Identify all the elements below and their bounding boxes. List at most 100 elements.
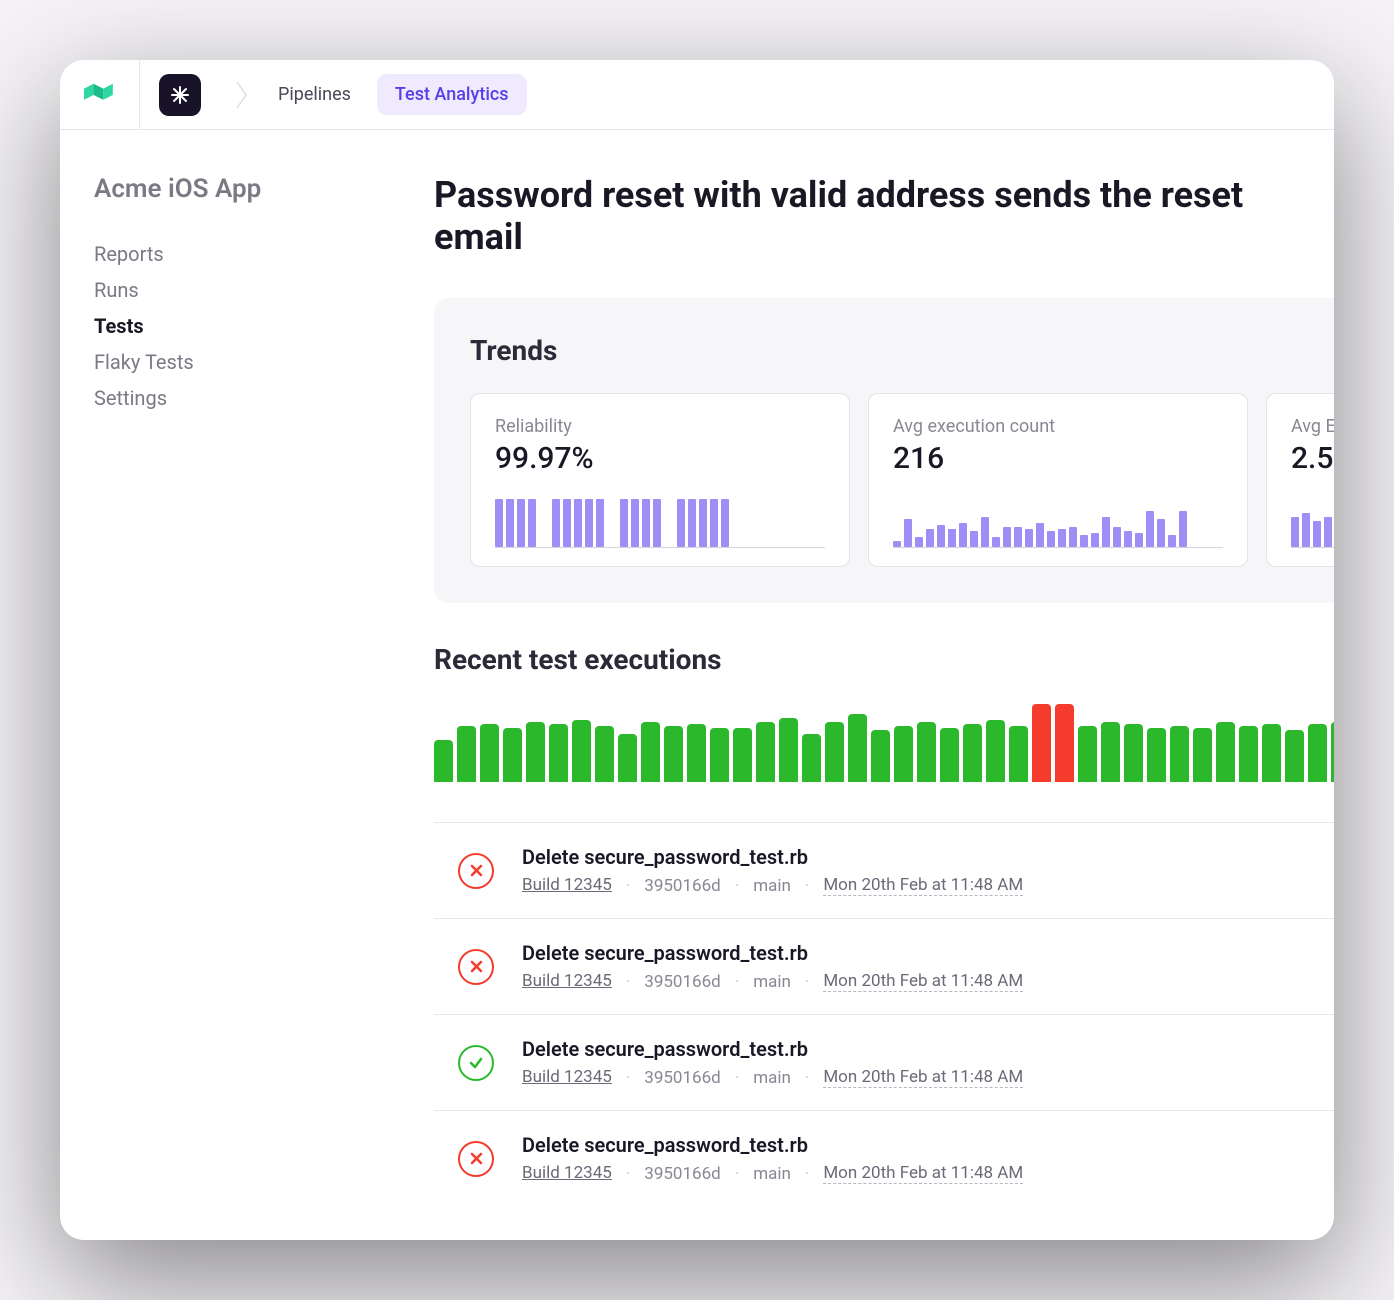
- exec-bar[interactable]: [963, 724, 982, 782]
- commit-hash: 3950166d: [644, 972, 720, 992]
- exec-bar[interactable]: [1193, 728, 1212, 782]
- branch-name: main: [753, 972, 791, 992]
- sidebar-item-runs[interactable]: Runs: [94, 272, 356, 308]
- body: Acme iOS App ReportsRunsTestsFlaky Tests…: [60, 130, 1334, 1240]
- exec-bar[interactable]: [664, 726, 683, 782]
- exec-row[interactable]: Delete secure_password_test.rb Build 1234…: [434, 822, 1334, 918]
- exec-bar[interactable]: [1101, 722, 1120, 782]
- exec-bar[interactable]: [1147, 728, 1166, 782]
- exec-bar[interactable]: [710, 728, 729, 782]
- trend-label: Reliability: [495, 416, 825, 437]
- sidebar-item-reports[interactable]: Reports: [94, 236, 356, 272]
- exec-bar[interactable]: [618, 734, 637, 782]
- exec-bar[interactable]: [1055, 704, 1074, 782]
- sidebar: Acme iOS App ReportsRunsTestsFlaky Tests…: [60, 130, 390, 1240]
- exec-bar[interactable]: [549, 724, 568, 782]
- trend-value: 99.97%: [495, 441, 825, 476]
- trend-card[interactable]: Reliability 99.97%: [470, 393, 850, 567]
- trend-card[interactable]: Avg execution count 216: [868, 393, 1248, 567]
- exec-bar[interactable]: [480, 724, 499, 782]
- exec-bar[interactable]: [572, 720, 591, 782]
- timestamp: Mon 20th Feb at 11:48 AM: [823, 875, 1023, 896]
- trend-label: Avg execution count: [893, 416, 1223, 437]
- exec-bar[interactable]: [871, 730, 890, 782]
- trend-value: 216: [893, 441, 1223, 476]
- exec-bar[interactable]: [1285, 730, 1304, 782]
- org-icon-box[interactable]: [140, 74, 220, 116]
- exec-title: Delete secure_password_test.rb: [522, 845, 1334, 869]
- exec-bar[interactable]: [986, 720, 1005, 782]
- sidebar-item-flaky-tests[interactable]: Flaky Tests: [94, 344, 356, 380]
- trend-label: Avg Execution: [1291, 416, 1334, 437]
- build-link[interactable]: Build 12345: [522, 1163, 612, 1184]
- exec-bar[interactable]: [825, 722, 844, 782]
- exec-bar[interactable]: [940, 728, 959, 782]
- exec-bar[interactable]: [1032, 704, 1051, 782]
- trends-heading: Trends: [470, 334, 1334, 367]
- exec-bar[interactable]: [1009, 726, 1028, 782]
- exec-meta: Build 12345·3950166d·main·Mon 20th Feb a…: [522, 1163, 1334, 1184]
- exec-bar[interactable]: [1331, 722, 1334, 782]
- x-icon: [458, 949, 494, 985]
- exec-bar[interactable]: [1308, 724, 1327, 782]
- exec-info: Delete secure_password_test.rbBuild 1234…: [522, 941, 1334, 992]
- trends-panel: Trends Reliability 99.97% Avg execution co…: [434, 298, 1334, 603]
- timestamp: Mon 20th Feb at 11:48 AM: [823, 1163, 1023, 1184]
- exec-meta: Build 12345·3950166d·main·Mon 20th Feb a…: [522, 1067, 1334, 1088]
- asterisk-icon: [159, 74, 201, 116]
- commit-hash: 3950166d: [644, 1068, 720, 1088]
- sidebar-item-tests[interactable]: Tests: [94, 308, 356, 344]
- trend-sparkline: [495, 496, 825, 548]
- exec-bar[interactable]: [779, 718, 798, 782]
- exec-bar[interactable]: [848, 714, 867, 782]
- timestamp: Mon 20th Feb at 11:48 AM: [823, 971, 1023, 992]
- exec-bar[interactable]: [457, 726, 476, 782]
- crumb-pipelines[interactable]: Pipelines: [260, 74, 369, 115]
- exec-bar[interactable]: [1170, 726, 1189, 782]
- branch-name: main: [753, 1068, 791, 1088]
- exec-bar[interactable]: [434, 740, 453, 782]
- exec-row[interactable]: Delete secure_password_test.rbBuild 1234…: [434, 1014, 1334, 1110]
- exec-info: Delete secure_password_test.rbBuild 1234…: [522, 1037, 1334, 1088]
- exec-bar[interactable]: [1216, 722, 1235, 782]
- recent-section: Recent test executions Delete secure_pas…: [434, 603, 1334, 1206]
- branch-name: main: [753, 876, 791, 896]
- logo-box[interactable]: [60, 60, 140, 129]
- sidebar-item-settings[interactable]: Settings: [94, 380, 356, 416]
- exec-bar[interactable]: [595, 726, 614, 782]
- topbar: Pipelines Test Analytics: [60, 60, 1334, 130]
- exec-list: Delete secure_password_test.rb Build 1234…: [434, 822, 1334, 1206]
- exec-info: Delete secure_password_test.rb Build 1234…: [522, 845, 1334, 896]
- exec-bar[interactable]: [641, 722, 660, 782]
- exec-bar[interactable]: [756, 722, 775, 782]
- recent-heading: Recent test executions: [434, 643, 1334, 676]
- check-icon: [458, 1045, 494, 1081]
- exec-bar[interactable]: [526, 722, 545, 782]
- exec-row[interactable]: Delete secure_password_test.rbBuild 1234…: [434, 918, 1334, 1014]
- trend-sparkline: [1291, 496, 1334, 548]
- exec-bar[interactable]: [917, 722, 936, 782]
- exec-bar[interactable]: [1124, 724, 1143, 782]
- exec-bar[interactable]: [1239, 726, 1258, 782]
- exec-row[interactable]: Delete secure_password_test.rbBuild 1234…: [434, 1110, 1334, 1206]
- build-link[interactable]: Build 12345: [522, 971, 612, 992]
- x-icon: [458, 1141, 494, 1177]
- exec-bar[interactable]: [1078, 726, 1097, 782]
- buildkite-logo-icon: [84, 83, 116, 107]
- crumb-test-analytics[interactable]: Test Analytics: [377, 74, 527, 115]
- trend-card[interactable]: Avg Execution2.57s: [1266, 393, 1334, 567]
- main-content: Password reset with valid address sends …: [390, 130, 1334, 1240]
- exec-bar[interactable]: [1262, 724, 1281, 782]
- exec-bar[interactable]: [894, 726, 913, 782]
- exec-bar[interactable]: [503, 728, 522, 782]
- exec-bar[interactable]: [733, 728, 752, 782]
- exec-bar-chart: [434, 704, 1334, 782]
- sidebar-title: Acme iOS App: [94, 174, 356, 204]
- exec-bar[interactable]: [687, 724, 706, 782]
- build-link[interactable]: Build 12345: [522, 1067, 612, 1088]
- build-link[interactable]: Build 12345: [522, 875, 612, 896]
- chevron-right-icon: [236, 81, 248, 109]
- exec-bar[interactable]: [802, 734, 821, 782]
- exec-meta: Build 12345·3950166d·main·Mon 20th Feb a…: [522, 875, 1334, 896]
- exec-meta: Build 12345·3950166d·main·Mon 20th Feb a…: [522, 971, 1334, 992]
